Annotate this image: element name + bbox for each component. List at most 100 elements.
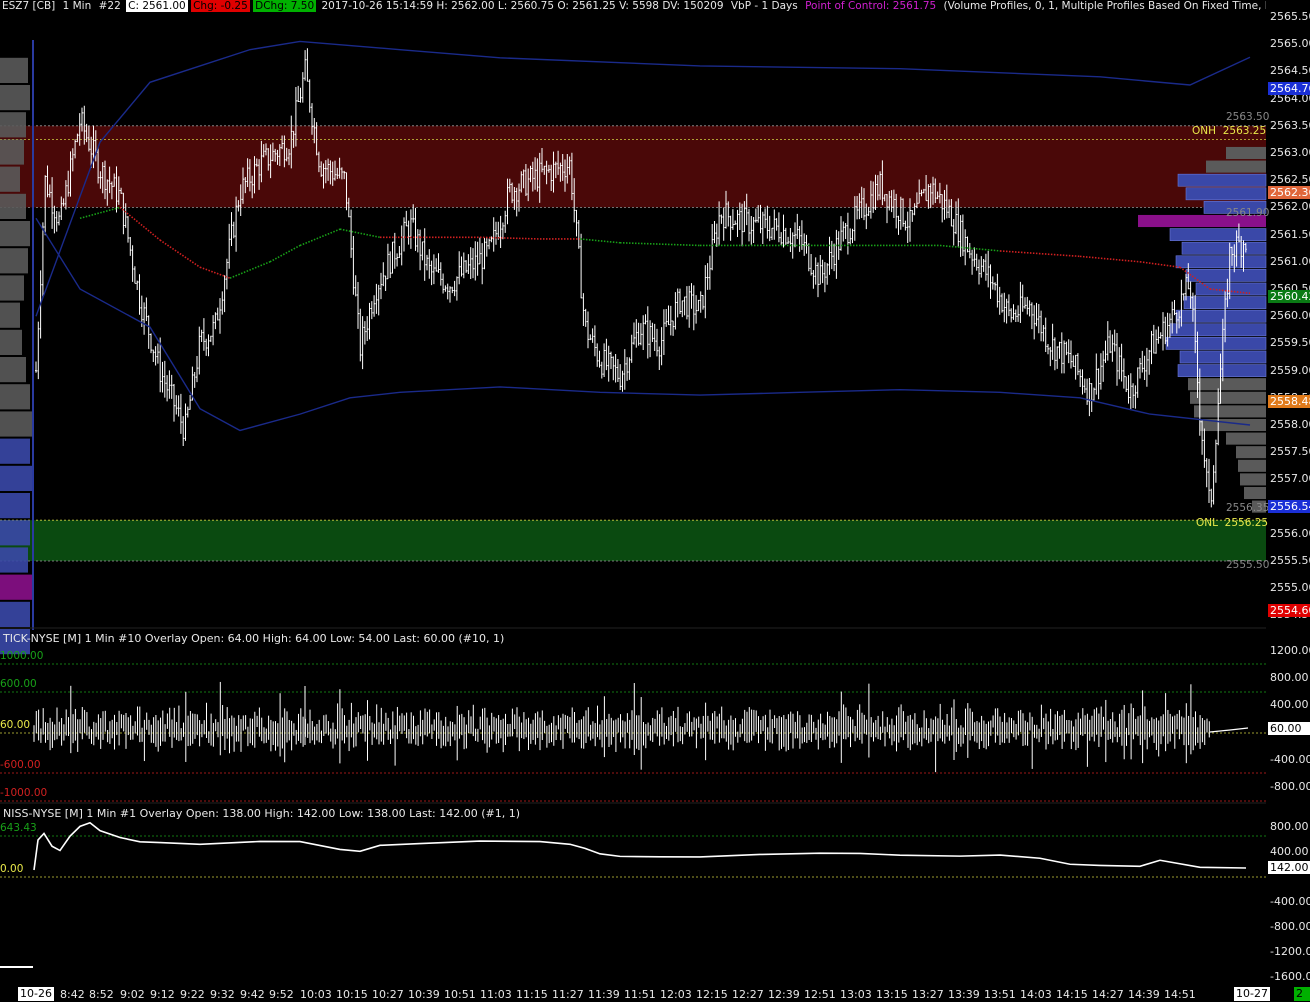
- ohlc-bar: [1019, 281, 1022, 324]
- ohlc-bar: [35, 361, 37, 373]
- ohlc-bar: [478, 237, 481, 265]
- price-axis-tag: 2558.48: [1268, 395, 1310, 408]
- ohlc-bar: [741, 203, 744, 247]
- ohlc-bar: [1014, 309, 1017, 323]
- ohlc-bar: [437, 253, 440, 273]
- ohlc-bar: [1067, 339, 1070, 364]
- ohlc-bar: [651, 322, 654, 343]
- price-axis-label: 2562.00: [1270, 200, 1310, 214]
- niss-level-zero: 0.00: [0, 863, 24, 875]
- ohlc-bar: [426, 254, 428, 271]
- ohlc-bar: [350, 209, 353, 258]
- time-axis-label: 10:39: [408, 988, 440, 1001]
- volume-profile-bar-7: [1181, 241, 1267, 255]
- ohlc-bar: [773, 209, 776, 240]
- vwap-segment-2: [159, 239, 201, 268]
- ohlc-bar: [1063, 340, 1066, 374]
- time-axis-label: 14:27: [1092, 988, 1124, 1001]
- ohlc-bar: [467, 254, 470, 275]
- ohlc-bar: [363, 321, 366, 345]
- ohlc-bar: [1148, 349, 1151, 375]
- ohlc-bar: [1095, 353, 1098, 395]
- price-axis-tag: 2564.76: [1268, 82, 1310, 95]
- ohlc-bar: [161, 361, 164, 393]
- ohlc-bar: [207, 334, 210, 357]
- prev-profile-bar-8: [0, 275, 24, 301]
- ohlc-bar: [485, 237, 488, 257]
- prev-profile-bar-13: [0, 411, 32, 437]
- onl-label: ONL 2556.25: [1196, 517, 1269, 529]
- tick-axis-label: 1200.00: [1270, 644, 1310, 657]
- ohlc-bar: [911, 209, 914, 222]
- vwap-segment-7: [339, 228, 381, 239]
- ohlc-bar: [612, 356, 615, 381]
- ohlc-bar: [1012, 304, 1015, 320]
- tick-level-neg1000: -1000.00: [0, 787, 48, 799]
- ohlc-bar: [731, 209, 734, 230]
- ohlc-bar: [1086, 378, 1089, 405]
- ohlc-bar: [614, 354, 617, 383]
- ohlc-bar: [984, 253, 987, 281]
- ohlc-bar: [170, 374, 173, 399]
- time-axis-label: 14:15: [1056, 988, 1088, 1001]
- ohlc-bar: [994, 282, 997, 291]
- vwap-segment-19: [999, 250, 1081, 258]
- ohlc-bar: [593, 325, 596, 357]
- ohlc-bar: [789, 228, 792, 252]
- ohlc-bar: [1155, 329, 1158, 354]
- ohlc-bar: [1113, 329, 1116, 352]
- volume-profile-bar-24: [1240, 473, 1266, 486]
- ohlc-bar: [449, 286, 451, 303]
- chart-canvas[interactable]: [0, 0, 1310, 1002]
- ohlc-bar: [794, 222, 796, 248]
- ohlc-bar: [373, 295, 376, 317]
- prev-profile-bar-3: [0, 139, 24, 165]
- ohlc-bar: [823, 262, 826, 293]
- onl-zone: [0, 520, 1266, 561]
- ohlc-bar: [138, 274, 141, 315]
- time-axis-label: 9:02: [120, 988, 145, 1001]
- ohlc-bar: [481, 243, 484, 285]
- niss-level-high: 643.43: [0, 822, 37, 834]
- ohlc-bar: [697, 299, 700, 312]
- time-axis-label: 11:51: [624, 988, 656, 1001]
- ohlc-bar: [692, 285, 695, 331]
- ohlc-bar: [1152, 324, 1155, 354]
- time-axis-label: 9:12: [150, 988, 175, 1001]
- volume-profile-bar-16: [1177, 364, 1267, 377]
- ohlc-bar: [301, 72, 304, 103]
- vwap-segment-5: [269, 244, 301, 263]
- ohlc-bar: [58, 211, 60, 226]
- ohlc-bar: [476, 241, 479, 276]
- ohlc-bar: [998, 286, 1001, 315]
- prev-profile-bar-20: [0, 601, 30, 627]
- ohlc-bar: [1132, 383, 1135, 409]
- ohlc-bar: [798, 225, 801, 252]
- vwap-segment-20: [1079, 255, 1141, 263]
- ohlc-bar: [768, 215, 771, 242]
- ohlc-bar: [582, 293, 585, 326]
- ohlc-bar: [626, 357, 629, 381]
- ohlc-bar: [961, 214, 964, 257]
- ohlc-bar: [407, 220, 410, 245]
- ohlc-bar: [644, 314, 647, 325]
- ohlc-bar: [212, 315, 215, 346]
- time-axis[interactable]: 10-26 10-27 2 8:42 8:52 9:02 9:12 9:22 9:32 9:…: [0, 986, 1310, 1002]
- ohlc-bar: [127, 216, 129, 243]
- ohlc-bar: [653, 323, 656, 352]
- corner-box: 2: [1294, 987, 1310, 1001]
- ohlc-bar: [702, 294, 704, 310]
- ohlc-bar: [131, 245, 134, 282]
- ohlc-bar: [405, 210, 408, 227]
- ohlc-bar: [685, 286, 688, 320]
- niss-axis-label: 800.00: [1270, 820, 1309, 833]
- time-axis-label: 13:03: [840, 988, 872, 1001]
- ohlc-bar: [600, 361, 603, 379]
- ohlc-bar: [587, 311, 589, 349]
- price-axis-label: 2565.50: [1270, 10, 1310, 23]
- ohlc-bar: [844, 222, 847, 239]
- ohlc-bar: [219, 298, 221, 334]
- ohlc-bar: [1129, 373, 1132, 411]
- ohlc-bar: [499, 215, 502, 249]
- ohlc-bar: [619, 364, 622, 391]
